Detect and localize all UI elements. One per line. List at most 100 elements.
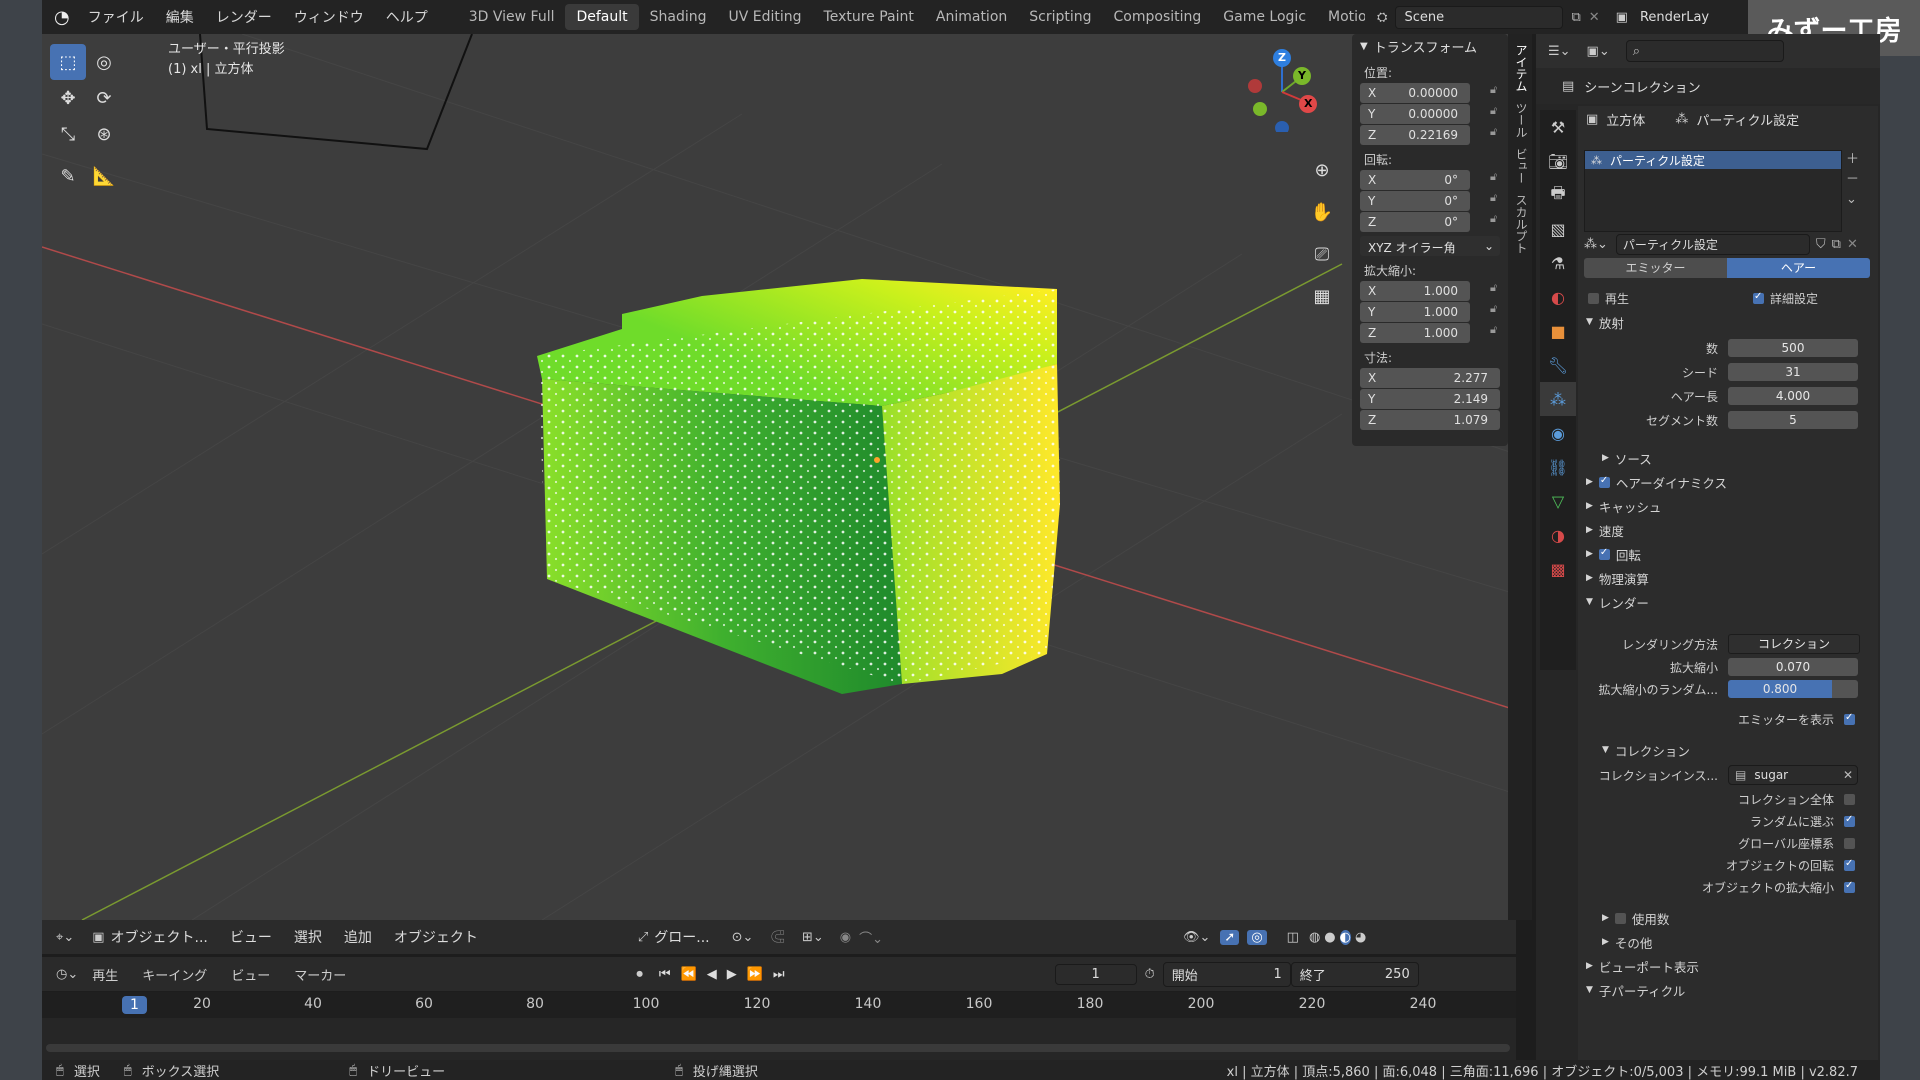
- select-box-icon[interactable]: ⬚: [50, 44, 86, 80]
- stopwatch-icon[interactable]: ⏱: [1145, 967, 1155, 982]
- location-y-field[interactable]: Y 0.00000 🔓︎: [1360, 104, 1497, 124]
- solid-shading-icon[interactable]: ●: [1324, 930, 1335, 945]
- falloff-icon[interactable]: ⌒⌄: [859, 928, 883, 947]
- emission-section[interactable]: ▼ 放射: [1586, 310, 1866, 334]
- tool-props-icon[interactable]: ⚒: [1540, 110, 1576, 144]
- tab-compositing[interactable]: Compositing: [1103, 4, 1213, 30]
- snap-icon[interactable]: 🧲︎: [769, 930, 786, 945]
- lock-icon[interactable]: 🔓︎: [1490, 302, 1497, 316]
- display-mode-icon[interactable]: ▣⌄: [1587, 44, 1610, 59]
- outliner-search-input[interactable]: ⌕: [1625, 40, 1784, 62]
- hair-tab[interactable]: ヘアー: [1727, 258, 1870, 278]
- menu-window[interactable]: ウィンドウ: [294, 7, 364, 27]
- xray-icon[interactable]: ◫: [1287, 930, 1299, 945]
- lock-icon[interactable]: 🔓︎: [1490, 104, 1497, 118]
- end-frame-field[interactable]: 終了 250: [1290, 961, 1419, 987]
- physics-props-icon[interactable]: ◉: [1540, 416, 1576, 450]
- tab-sculpt[interactable]: スカルプト: [1513, 194, 1530, 254]
- tab-default[interactable]: Default: [565, 4, 639, 30]
- editor-type-icon[interactable]: ⌖⌄: [56, 930, 74, 945]
- timeline-scrollbar[interactable]: [46, 1044, 1510, 1052]
- clear-icon[interactable]: ✕: [1843, 768, 1853, 782]
- zoom-icon[interactable]: ⊕: [1304, 152, 1340, 188]
- snap-target-icon[interactable]: ⊞⌄: [802, 930, 824, 945]
- tab-view[interactable]: ビュー: [1513, 148, 1530, 184]
- particle-props-icon[interactable]: ⁂: [1540, 382, 1576, 416]
- scale-icon[interactable]: ⤡: [50, 116, 86, 152]
- object-props-icon[interactable]: ■: [1540, 314, 1576, 348]
- pan-hand-icon[interactable]: ✋: [1304, 194, 1340, 230]
- collection-subsection[interactable]: ▼ コレクション: [1578, 738, 1878, 762]
- proportional-edit-icon[interactable]: ◉: [840, 930, 851, 945]
- use-count-checkbox[interactable]: [1614, 912, 1626, 924]
- render-props-icon[interactable]: 📷︎: [1540, 144, 1576, 178]
- wireframe-shading-icon[interactable]: ◍: [1309, 930, 1320, 945]
- menu-help[interactable]: ヘルプ: [386, 7, 428, 27]
- constraint-props-icon[interactable]: ⛓: [1540, 450, 1576, 484]
- timeline-editor-icon[interactable]: ◷⌄: [56, 967, 78, 982]
- transform-orientation-dropdown[interactable]: グロー...: [654, 927, 709, 947]
- instance-collection-field[interactable]: ▤ sugar ✕: [1728, 765, 1858, 785]
- list-item[interactable]: ⁂ パーティクル設定: [1585, 151, 1841, 169]
- view-layer-props-icon[interactable]: ▧: [1540, 212, 1576, 246]
- children-section[interactable]: ▼ 子パーティクル: [1578, 978, 1878, 1002]
- timeline-ruler[interactable]: 1 20 40 60 80 100 120 140 160 180 200 22…: [42, 992, 1516, 1018]
- collapse-icon[interactable]: ▼: [1360, 41, 1368, 52]
- tab-scripting[interactable]: Scripting: [1018, 4, 1102, 30]
- cache-section[interactable]: ▶ キャッシュ: [1586, 494, 1866, 518]
- jump-start-icon[interactable]: ⏮: [659, 967, 671, 982]
- menu-view[interactable]: ビュー: [230, 927, 272, 947]
- scale-random-slider[interactable]: 0.800: [1728, 680, 1832, 698]
- output-props-icon[interactable]: 🖶: [1540, 178, 1576, 212]
- menu-add[interactable]: 追加: [344, 927, 372, 947]
- emitter-tab[interactable]: エミッター: [1584, 258, 1727, 278]
- texture-props-icon[interactable]: ▩: [1540, 552, 1576, 586]
- material-shading-icon[interactable]: ◐: [1339, 929, 1351, 945]
- prev-keyframe-icon[interactable]: ⏪: [681, 967, 697, 982]
- location-z-field[interactable]: Z 0.22169 🔓︎: [1360, 125, 1497, 145]
- physics-section[interactable]: ▶ 物理演算: [1586, 566, 1866, 590]
- whole-collection-checkbox[interactable]: [1844, 793, 1855, 805]
- number-field[interactable]: 500: [1728, 339, 1858, 357]
- rotation-x-field[interactable]: X 0° 🔓︎: [1360, 170, 1497, 190]
- 3d-viewport[interactable]: ユーザー・平行投影 (1) xl | 立方体 Z Y X ⊕ ✋ ⎚ ▦: [42, 34, 1516, 920]
- tab-game-logic[interactable]: Game Logic: [1212, 4, 1317, 30]
- scale-z-field[interactable]: Z 1.000 🔓︎: [1360, 323, 1497, 343]
- measure-icon[interactable]: 📐: [86, 158, 122, 194]
- velocity-section[interactable]: ▶ 速度: [1586, 518, 1866, 542]
- view-layer-icon[interactable]: ▣: [1616, 10, 1628, 25]
- pivot-icon[interactable]: ⊙⌄: [732, 930, 754, 945]
- hair-length-field[interactable]: 4.000: [1728, 387, 1858, 405]
- viewport-display-section[interactable]: ▶ ビューポート表示: [1578, 954, 1878, 978]
- tab-3d-view-full[interactable]: 3D View Full: [458, 4, 566, 30]
- lock-icon[interactable]: 🔓︎: [1490, 83, 1497, 97]
- tab-shading[interactable]: Shading: [639, 4, 718, 30]
- rendered-shading-icon[interactable]: ◕: [1355, 930, 1366, 945]
- view-layer-field[interactable]: RenderLay: [1640, 10, 1709, 25]
- timeline-body[interactable]: [42, 1018, 1516, 1060]
- render-as-dropdown[interactable]: コレクション: [1728, 634, 1860, 654]
- lock-icon[interactable]: 🔓︎: [1490, 281, 1497, 295]
- menu-file[interactable]: ファイル: [88, 7, 144, 27]
- particle-settings-field[interactable]: パーティクル設定: [1615, 233, 1810, 255]
- menu-timeline-view[interactable]: ビュー: [231, 965, 270, 984]
- scale-y-field[interactable]: Y 1.000 🔓︎: [1360, 302, 1497, 322]
- rotation-checkbox[interactable]: [1598, 547, 1610, 560]
- object-scale-checkbox[interactable]: [1844, 880, 1855, 893]
- menu-keying[interactable]: キーイング: [142, 965, 207, 984]
- lock-icon[interactable]: 🔓︎: [1490, 125, 1497, 139]
- modifier-props-icon[interactable]: 🔧︎: [1540, 348, 1576, 382]
- tab-item[interactable]: アイテム: [1513, 44, 1530, 92]
- camera-view-icon[interactable]: ⎚: [1304, 236, 1340, 272]
- scene-field[interactable]: Scene: [1395, 5, 1564, 29]
- other-subsection[interactable]: ▶ その他: [1578, 930, 1878, 954]
- visibility-icon[interactable]: 👁︎⌄: [1183, 930, 1210, 945]
- menu-render[interactable]: レンダー: [216, 7, 272, 27]
- next-keyframe-icon[interactable]: ⏩: [747, 967, 763, 982]
- rotate-icon[interactable]: ⟳: [86, 80, 122, 116]
- seed-field[interactable]: 31: [1728, 363, 1858, 381]
- remove-icon[interactable]: －: [1846, 170, 1859, 190]
- lock-icon[interactable]: 🔓︎: [1490, 212, 1497, 226]
- source-section[interactable]: ▶ ソース: [1586, 446, 1866, 470]
- mode-dropdown[interactable]: オブジェクト...: [111, 927, 208, 947]
